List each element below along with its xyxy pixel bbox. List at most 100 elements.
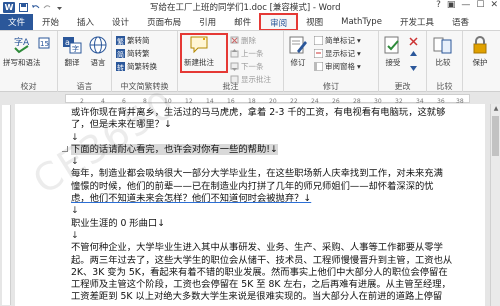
show-markup-dropdown[interactable]: 显示标记 ▾ — [313, 48, 361, 59]
tab-review[interactable]: 审阅 — [259, 13, 299, 31]
tab-view[interactable]: 视图 — [297, 14, 332, 30]
previous-comment-icon — [230, 49, 239, 58]
accept-icon — [384, 36, 399, 54]
group-label: 批注 — [222, 82, 239, 91]
accept-button[interactable]: 接受 — [383, 35, 403, 68]
paragraph-mark: ↓ — [71, 229, 79, 241]
help-icon[interactable]: ? — [436, 0, 441, 10]
doc-line: 憧憬的时候，他们的前辈——已在制造业内打拼了几年的师兄师姐们——却怀着深深的忧 — [71, 180, 434, 192]
doc-line: 了，但是未来在哪里？↓ — [71, 119, 172, 131]
to-simplified-button[interactable]: 简 简转繁 — [116, 48, 150, 59]
to-traditional-button[interactable]: 繁 繁转简 — [116, 35, 150, 46]
svg-text:简: 简 — [117, 50, 124, 58]
title-bar: W 写给在工厂上班的同学们1.doc [兼容模式] - Word ? ▣ — ☐… — [0, 0, 500, 14]
tab-developer[interactable]: 开发工具 — [391, 14, 443, 30]
word-count-icon: 15 — [38, 37, 50, 49]
previous-comment-button[interactable]: 上一条 — [230, 48, 264, 59]
chevron-down-icon: ▾ — [357, 36, 361, 45]
group-protect: 保护 — [463, 31, 500, 93]
doc-line: 虑，他们不知道未来会怎样？他们不知道何时会被抛弃？↓ — [71, 193, 312, 205]
paragraph-mark: ↓ — [71, 156, 79, 168]
doc-heading: 职业生涯的 0 形曲口↓ — [71, 217, 165, 229]
scrollbar-thumb[interactable] — [492, 116, 499, 156]
tab-insert[interactable]: 插入 — [68, 14, 103, 30]
group-label: 修订 — [323, 82, 339, 91]
vertical-scrollbar[interactable]: ▲ — [490, 104, 500, 306]
doc-line: 或许你现在背井离乡，生活过的马马虎虎，拿着 2-3 千的工资，有电视看有电脑玩，… — [71, 107, 446, 118]
word-count-button[interactable]: 15 — [38, 37, 50, 49]
lock-icon — [473, 36, 487, 54]
convert-icon: 转 — [116, 62, 125, 72]
previous-change-icon — [409, 50, 418, 59]
undo-icon[interactable] — [31, 3, 40, 12]
vertical-ruler[interactable] — [2, 105, 11, 305]
doc-line: 每年，制造业都会吸纳很大一部分大学毕业生，在这些职场新人庆幸找到工作，对未来充满 — [71, 168, 443, 180]
scroll-up-icon[interactable]: ▲ — [492, 105, 500, 113]
language-button[interactable]: 语言 — [88, 35, 108, 68]
ribbon-display-icon[interactable]: ▣ — [447, 0, 456, 10]
translate-button[interactable]: a字 翻译 — [62, 35, 82, 68]
doc-line: 起。两三年过去了，这些大学生的职位会从储干、技术员、工程师慢慢晋升到主管，工资也… — [71, 254, 453, 266]
horizontal-ruler[interactable]: 2 4 6 8 10 12 14 16 18 20 22 24 26 28 30… — [65, 94, 470, 105]
doc-line: 工资差距到 5K 以上对绝大多数大学生来说是很难实现的。当大部分人在前进的道路上… — [71, 291, 443, 303]
next-comment-button[interactable]: 下一条 — [230, 61, 264, 72]
paragraph-mark: ↓ — [71, 131, 79, 143]
svg-text:字: 字 — [14, 36, 23, 48]
horizontal-ruler-row: 2 4 6 8 10 12 14 16 18 20 22 24 26 28 30… — [0, 92, 500, 105]
group-label: 比较 — [436, 82, 453, 91]
display-for-review-dropdown[interactable]: 简单标记 ▾ — [313, 35, 361, 46]
svg-text:繁: 繁 — [117, 37, 124, 45]
next-comment-icon — [230, 62, 239, 71]
document-page[interactable]: 或许你现在背井离乡，生活过的马马虎虎，拿着 2-3 千的工资，有电视看有电脑玩，… — [15, 104, 485, 306]
save-icon[interactable] — [19, 2, 28, 12]
tab-home[interactable]: 开始 — [33, 14, 68, 30]
group-language: a字 翻译 语言 语言 — [58, 31, 112, 93]
group-label: 中文简繁转换 — [120, 82, 169, 91]
tab-language-extra[interactable]: 语香 — [443, 14, 478, 30]
group-changes: 接受 更改 — [379, 31, 427, 93]
reviewing-pane-dropdown[interactable]: 审阅窗格 ▾ — [313, 61, 361, 72]
group-chinese-conversion: 繁 繁转简 简 简转繁 转 简繁转换 中文简繁转换 — [112, 31, 178, 93]
svg-text:字: 字 — [72, 44, 79, 53]
tab-mailings[interactable]: 邮件 — [225, 14, 260, 30]
next-change-icon — [409, 63, 418, 72]
close-icon[interactable]: ✕ — [490, 0, 498, 10]
doc-line: 2K、3K 变为 5K，看起来有着不错的职业发展。然而事实上他们中大部分人的职位… — [71, 266, 448, 278]
language-icon — [89, 36, 107, 54]
minimize-icon[interactable]: — — [461, 0, 470, 10]
track-changes-button[interactable]: 修订 — [288, 35, 308, 68]
next-change-button[interactable] — [409, 63, 418, 72]
tab-references[interactable]: 引用 — [190, 14, 225, 30]
show-markup-icon — [313, 48, 324, 59]
reviewing-pane-icon — [313, 61, 324, 72]
svg-text:转: 转 — [117, 63, 124, 71]
word-app-icon: W — [3, 1, 15, 13]
redo-icon[interactable] — [43, 3, 52, 12]
reject-button[interactable] — [409, 37, 418, 46]
spelling-grammar-button[interactable]: 字A 拼写和语法 — [3, 35, 41, 68]
doc-line: 工程师及主管这个阶段，工资也会停留在 5K 至 8K 左右，之后再难有进展。从主… — [71, 279, 451, 291]
previous-change-button[interactable] — [409, 50, 418, 59]
trad-icon: 繁 — [116, 36, 125, 46]
tab-page-layout[interactable]: 页面布局 — [138, 14, 190, 30]
protect-button[interactable]: 保护 — [470, 35, 490, 68]
ribbon: 字A 拼写和语法 15 校对 a字 翻译 语言 语言 繁 繁转简 简 简转繁 转 — [0, 30, 500, 93]
group-label: 校对 — [20, 82, 37, 91]
tab-file[interactable]: 文件 — [0, 14, 34, 30]
delete-comment-button[interactable]: 删除 — [230, 35, 256, 46]
customize-toolbar-icon[interactable] — [55, 3, 64, 12]
group-proofing: 字A 拼写和语法 15 校对 — [0, 31, 58, 93]
selected-text[interactable]: 下面的话请耐心看完，也许会对你有一些的帮助!↓ — [71, 143, 278, 155]
group-label: 语言 — [76, 82, 93, 91]
ribbon-tabs: 文件 开始 插入 设计 页面布局 引用 邮件 审阅 视图 MathType 开发… — [0, 13, 500, 31]
convert-button[interactable]: 转 简繁转换 — [116, 61, 157, 72]
margin-corner-mark — [62, 146, 68, 152]
document-body[interactable]: 或许你现在背井离乡，生活过的马马虎虎，拿着 2-3 千的工资，有电视看有电脑玩，… — [71, 107, 471, 304]
maximize-icon[interactable]: ☐ — [476, 0, 484, 10]
group-compare: 比较 比较 — [427, 31, 463, 93]
quick-access-toolbar — [19, 2, 64, 12]
tab-design[interactable]: 设计 — [103, 14, 138, 30]
tab-mathtype[interactable]: MathType — [332, 14, 391, 30]
group-label: 更改 — [394, 82, 411, 91]
compare-button[interactable]: 比较 — [433, 35, 453, 68]
